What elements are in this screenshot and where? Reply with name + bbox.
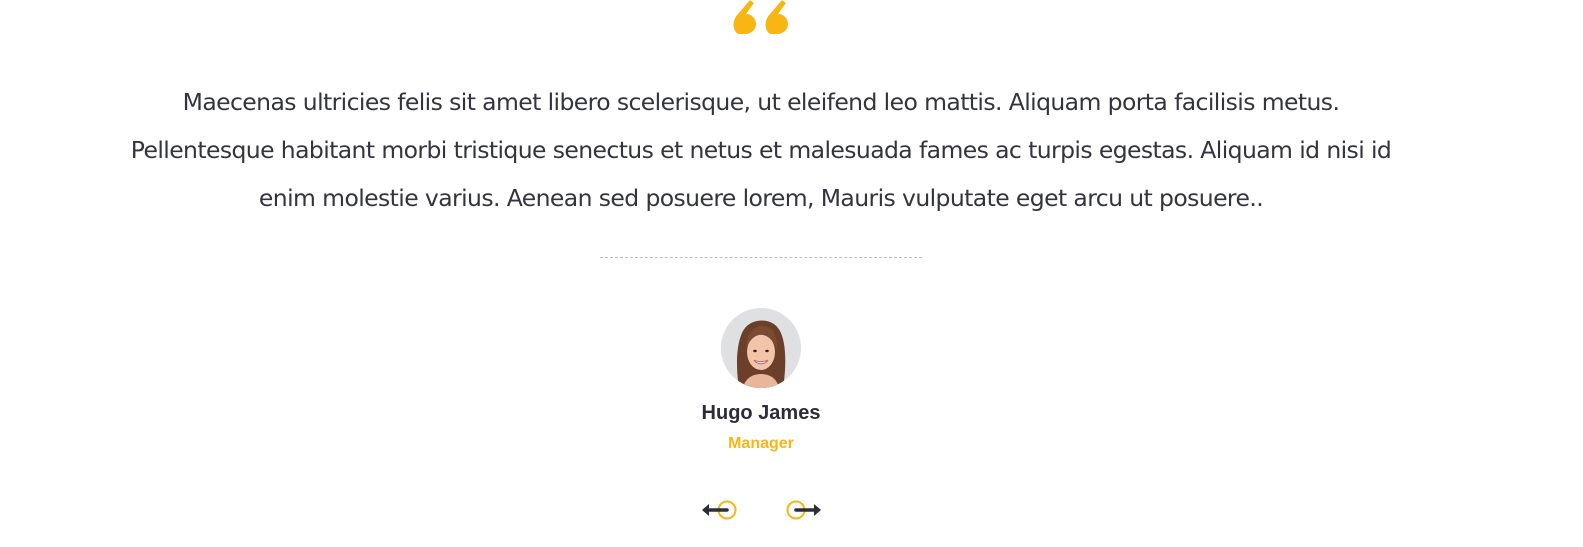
author-role: Manager: [728, 435, 794, 452]
testimonial-section: Maecenas ultricies felis sit amet libero…: [0, 0, 1583, 547]
avatar: [721, 308, 801, 388]
double-quote-icon: [728, 0, 794, 40]
next-button[interactable]: [785, 498, 825, 522]
prev-button[interactable]: [700, 498, 740, 522]
arrow-left-icon: [700, 500, 740, 525]
divider: [600, 257, 922, 258]
author-name: Hugo James: [701, 402, 821, 424]
arrow-right-icon: [785, 500, 825, 525]
testimonial-quote: Maecenas ultricies felis sit amet libero…: [130, 88, 1392, 212]
